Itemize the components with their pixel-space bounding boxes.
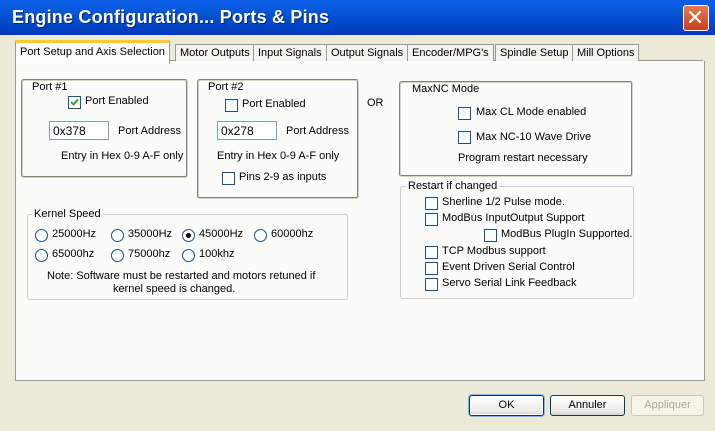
tab-encoder-mpg[interactable]: Encoder/MPG's bbox=[407, 44, 494, 61]
modbus-plugin-checkbox[interactable] bbox=[484, 229, 497, 242]
tab-port-setup[interactable]: Port Setup and Axis Selection bbox=[15, 40, 170, 64]
modbus-plugin-label: ModBus PlugIn Supported. bbox=[501, 228, 633, 240]
port1-enabled-label: Port Enabled bbox=[85, 95, 149, 107]
maxnc-wave-checkbox[interactable] bbox=[458, 131, 471, 144]
tab-input-signals[interactable]: Input Signals bbox=[253, 44, 327, 61]
kernel-note-line2: kernel speed is changed. bbox=[113, 283, 236, 295]
tcp-modbus-checkbox[interactable] bbox=[425, 246, 438, 259]
port2-address-label: Port Address bbox=[286, 125, 349, 137]
maxnc-note: Program restart necessary bbox=[458, 152, 588, 164]
port2-pins-label: Pins 2-9 as inputs bbox=[239, 171, 327, 183]
radio-selected-dot bbox=[186, 233, 191, 238]
kernel-label-25000: 25000Hz bbox=[52, 228, 97, 240]
maxnc-wave-label: Max NC-10 Wave Drive bbox=[476, 131, 592, 143]
port2-address-input[interactable]: 0x278 bbox=[217, 121, 277, 140]
kernel-label-75000: 75000hz bbox=[128, 248, 171, 260]
kernel-radio-60000[interactable] bbox=[254, 229, 267, 242]
modbus-io-label: ModBus InputOutput Support bbox=[442, 212, 585, 224]
window-title: Engine Configuration... Ports & Pins bbox=[12, 7, 330, 27]
port2-hint: Entry in Hex 0-9 A-F only bbox=[217, 150, 340, 162]
kernel-radio-75000[interactable] bbox=[111, 249, 124, 262]
ok-button[interactable]: OK bbox=[469, 395, 544, 416]
kernel-label-45000: 45000Hz bbox=[199, 228, 244, 240]
port1-address-label: Port Address bbox=[118, 125, 181, 137]
kernel-label-100k: 100khz bbox=[199, 248, 235, 260]
port1-hint: Entry in Hex 0-9 A-F only bbox=[61, 150, 184, 162]
tcp-modbus-label: TCP Modbus support bbox=[442, 245, 546, 257]
tab-output-signals[interactable]: Output Signals bbox=[326, 44, 409, 61]
restart-legend: Restart if changed bbox=[406, 180, 500, 192]
servo-serial-checkbox[interactable] bbox=[425, 278, 438, 291]
apply-button[interactable]: Appliquer bbox=[631, 395, 704, 416]
kernel-radio-100k[interactable] bbox=[182, 249, 195, 262]
close-icon bbox=[689, 11, 701, 23]
maxnc-legend: MaxNC Mode bbox=[410, 83, 482, 95]
cancel-button[interactable]: Annuler bbox=[550, 395, 625, 416]
servo-serial-label: Servo Serial Link Feedback bbox=[442, 277, 577, 289]
modbus-io-checkbox[interactable] bbox=[425, 213, 438, 226]
maxnc-cl-label: Max CL Mode enabled bbox=[476, 106, 587, 118]
kernel-note-line1: Note: Software must be restarted and mot… bbox=[47, 270, 316, 282]
port2-legend: Port #2 bbox=[206, 81, 246, 93]
port2-enabled-checkbox[interactable] bbox=[225, 99, 238, 112]
port1-enabled-checkbox[interactable] bbox=[68, 96, 81, 109]
event-serial-checkbox[interactable] bbox=[425, 262, 438, 275]
close-button[interactable] bbox=[683, 5, 709, 31]
port1-legend: Port #1 bbox=[30, 81, 70, 93]
tab-motor-outputs[interactable]: Motor Outputs bbox=[175, 44, 255, 61]
tab-spindle-setup[interactable]: Spindle Setup bbox=[495, 44, 574, 61]
sherline-label: Sherline 1/2 Pulse mode. bbox=[442, 196, 565, 208]
maxnc-cl-checkbox[interactable] bbox=[458, 107, 471, 120]
kernel-label-65000: 65000hz bbox=[52, 248, 95, 260]
port2-enabled-label: Port Enabled bbox=[242, 98, 306, 110]
or-label: OR bbox=[367, 97, 384, 109]
kernel-label-35000: 35000Hz bbox=[128, 228, 173, 240]
kernel-speed-legend: Kernel Speed bbox=[32, 208, 103, 220]
kernel-label-60000: 60000hz bbox=[271, 228, 314, 240]
port1-address-input[interactable]: 0x378 bbox=[49, 121, 109, 140]
kernel-radio-45000[interactable] bbox=[182, 229, 195, 242]
event-serial-label: Event Driven Serial Control bbox=[442, 261, 575, 273]
kernel-radio-65000[interactable] bbox=[35, 249, 48, 262]
kernel-radio-25000[interactable] bbox=[35, 229, 48, 242]
port2-pins-checkbox[interactable] bbox=[222, 172, 235, 185]
kernel-radio-35000[interactable] bbox=[111, 229, 124, 242]
sherline-checkbox[interactable] bbox=[425, 197, 438, 210]
check-icon bbox=[70, 98, 79, 106]
tab-mill-options[interactable]: Mill Options bbox=[572, 44, 640, 61]
